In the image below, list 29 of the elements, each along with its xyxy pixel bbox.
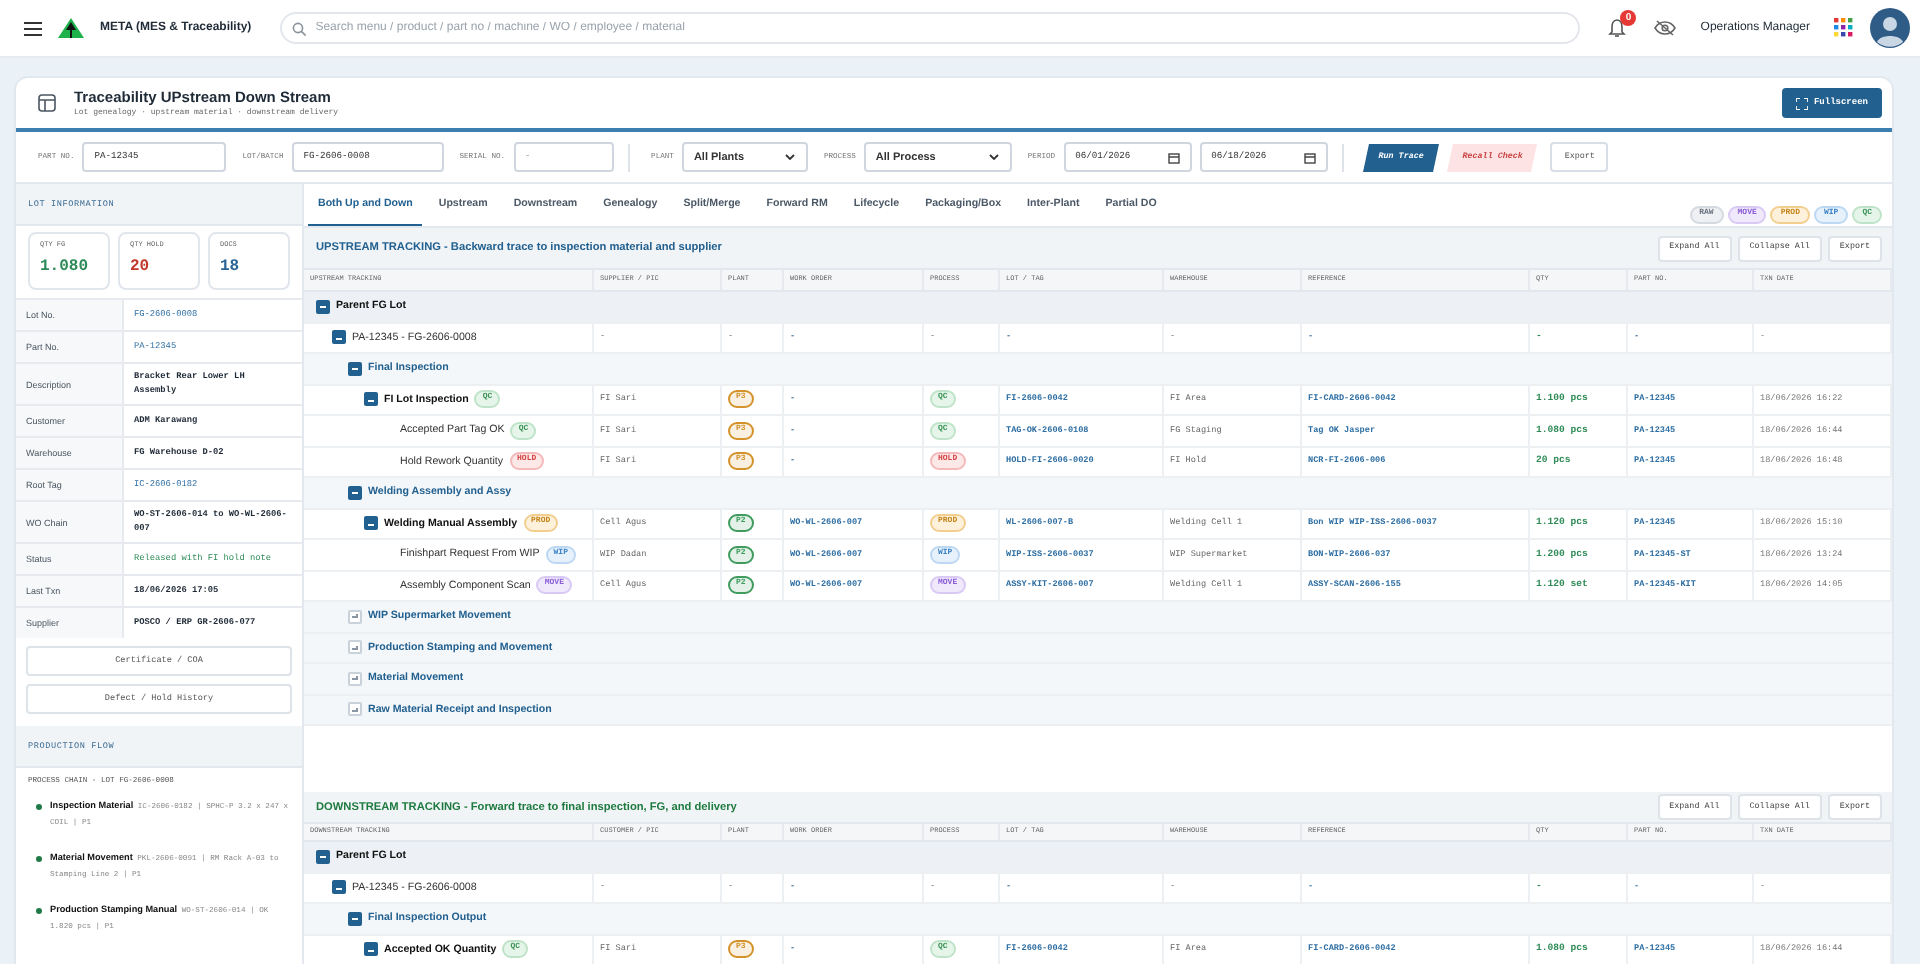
bullet-dot bbox=[36, 908, 42, 914]
toggle-button[interactable] bbox=[364, 942, 378, 957]
logo-icon bbox=[58, 18, 84, 38]
toggle-button[interactable] bbox=[348, 911, 362, 926]
bell-icon[interactable] bbox=[1608, 18, 1627, 38]
bullet-dot bbox=[36, 804, 42, 810]
layout-icon bbox=[38, 94, 56, 112]
menu-icon[interactable] bbox=[24, 21, 42, 35]
toggle-button[interactable] bbox=[364, 392, 378, 407]
calendar-icon bbox=[1167, 151, 1180, 163]
stat-value: 1.080 bbox=[40, 258, 91, 276]
toggle-button[interactable] bbox=[348, 485, 362, 500]
toggle-button[interactable] bbox=[332, 880, 346, 895]
toggle-button[interactable] bbox=[348, 361, 362, 376]
search-icon bbox=[291, 21, 306, 35]
app-grid-icon[interactable] bbox=[1834, 18, 1854, 38]
stat-value: 18 bbox=[220, 258, 242, 276]
toggle-button[interactable] bbox=[316, 849, 330, 864]
chevron-down-icon bbox=[987, 152, 1000, 162]
fullscreen-icon bbox=[1795, 97, 1808, 109]
chevron-down-icon bbox=[783, 152, 796, 162]
toggle-button[interactable] bbox=[364, 516, 378, 531]
avatar-icon[interactable] bbox=[1870, 8, 1910, 48]
toggle-button[interactable] bbox=[316, 299, 330, 314]
calendar-icon bbox=[1303, 151, 1316, 163]
stat-value: 20 bbox=[130, 258, 152, 276]
bullet-dot bbox=[36, 856, 42, 862]
toggle-button[interactable] bbox=[332, 330, 346, 345]
eye-slash-icon[interactable] bbox=[1654, 20, 1677, 36]
